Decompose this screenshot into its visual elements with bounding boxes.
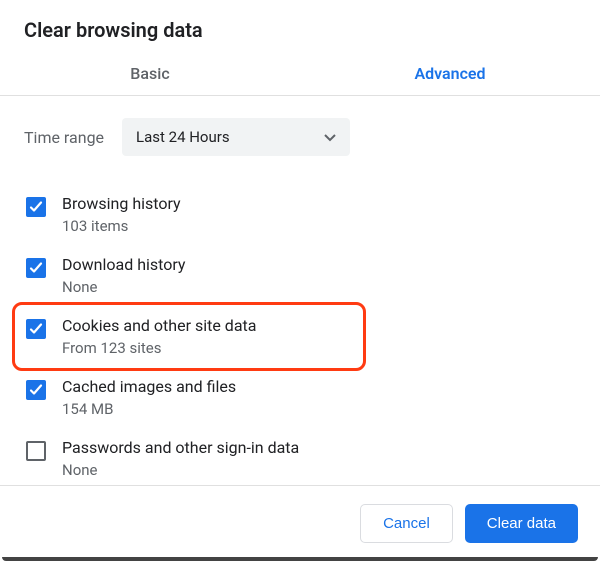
tab-basic[interactable]: Basic: [0, 50, 300, 95]
item-title: Passwords and other sign-in data: [62, 438, 299, 457]
item-texts: Passwords and other sign-in data None: [62, 438, 299, 479]
checkbox[interactable]: [26, 258, 46, 278]
item-subtext: None: [62, 461, 299, 479]
dialog-title: Clear browsing data: [0, 0, 600, 50]
checkbox[interactable]: [26, 319, 46, 339]
item-title: Browsing history: [62, 194, 181, 213]
checkbox[interactable]: [26, 197, 46, 217]
item-texts: Download history None: [62, 255, 186, 296]
time-range-label: Time range: [24, 128, 104, 147]
item-title: Cached images and files: [62, 377, 236, 396]
time-range-select[interactable]: Last 24 Hours: [122, 118, 350, 156]
tab-advanced[interactable]: Advanced: [300, 50, 600, 95]
dialog-footer: Cancel Clear data: [0, 485, 600, 561]
clear-data-button[interactable]: Clear data: [465, 504, 578, 543]
item-subtext: 103 items: [62, 217, 181, 235]
item-subtext: None: [62, 278, 186, 296]
item-texts: Cached images and files 154 MB: [62, 377, 236, 418]
list-item: Cached images and files 154 MB: [24, 367, 576, 428]
item-subtext: 154 MB: [62, 400, 236, 418]
content-area: Time range Last 24 Hours Browsing histor…: [0, 96, 600, 485]
item-title: Download history: [62, 255, 186, 274]
checkbox[interactable]: [26, 441, 46, 461]
checkbox[interactable]: [26, 380, 46, 400]
list-item: Passwords and other sign-in data None: [24, 428, 576, 485]
tabs: Basic Advanced: [0, 50, 600, 96]
item-texts: Browsing history 103 items: [62, 194, 181, 235]
list-item: Cookies and other site data From 123 site…: [24, 306, 576, 367]
time-range-value: Last 24 Hours: [136, 128, 230, 146]
window-shadow: [2, 557, 598, 561]
chevron-down-icon: [324, 128, 336, 146]
cancel-button[interactable]: Cancel: [360, 504, 453, 543]
list-item: Browsing history 103 items: [24, 184, 576, 245]
item-subtext: From 123 sites: [62, 339, 256, 357]
data-types-list: Browsing history 103 items Download histor…: [24, 184, 576, 485]
list-item: Download history None: [24, 245, 576, 306]
item-title: Cookies and other site data: [62, 316, 256, 335]
item-texts: Cookies and other site data From 123 site…: [62, 316, 256, 357]
